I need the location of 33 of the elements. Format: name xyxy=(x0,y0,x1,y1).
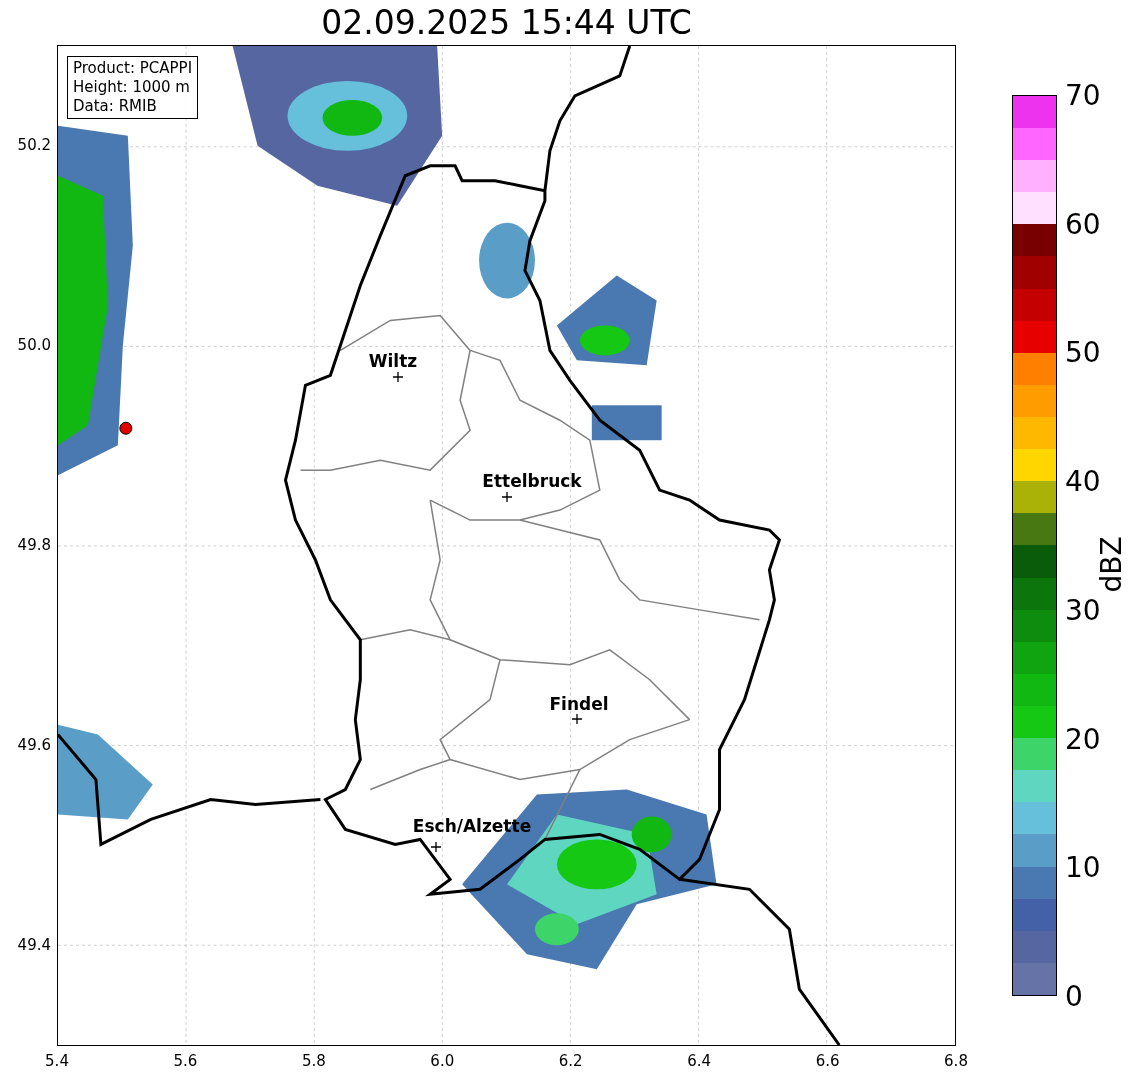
colorbar-tick-label: 70 xyxy=(1065,78,1101,112)
y-tick-label: 49.8 xyxy=(17,536,51,554)
cross-marker-icon xyxy=(431,842,441,852)
info-line: Data: RMIB xyxy=(73,97,158,116)
colorbar-tick-label: 0 xyxy=(1065,979,1083,1013)
y-tick-label: 49.6 xyxy=(17,736,51,754)
y-tick-label: 50.0 xyxy=(17,336,51,354)
chart-title: 02.09.2025 15:44 UTC xyxy=(321,3,692,42)
x-tick-label: 6.0 xyxy=(430,1052,455,1070)
cross-marker-icon xyxy=(393,372,403,382)
x-tick-label: 5.6 xyxy=(173,1052,198,1070)
colorbar-tick-label: 10 xyxy=(1065,850,1101,884)
city-label: Ettelbruck xyxy=(482,471,582,491)
colorbar-tick-label: 50 xyxy=(1065,335,1101,369)
cross-marker-icon xyxy=(502,492,512,502)
cross-marker-icon xyxy=(572,714,582,724)
info-line: Product: PCAPPI xyxy=(73,59,193,78)
colorbar-tick-label: 30 xyxy=(1065,593,1101,627)
y-tick-label: 50.2 xyxy=(17,136,51,154)
x-tick-label: 5.8 xyxy=(301,1052,326,1070)
colorbar-tick-label: 60 xyxy=(1065,207,1101,241)
x-tick-label: 5.4 xyxy=(45,1052,69,1070)
x-tick-label: 6.6 xyxy=(815,1052,840,1070)
info-line: Height: 1000 m xyxy=(73,78,191,97)
colorbar-tick-label: 40 xyxy=(1065,464,1101,498)
x-tick-label: 6.8 xyxy=(944,1052,968,1070)
colorbar-label: dBZ xyxy=(1094,536,1128,593)
colorbar-tick-label: 20 xyxy=(1065,722,1101,756)
x-tick-label: 6.2 xyxy=(558,1052,583,1070)
city-label: Findel xyxy=(549,694,609,714)
x-tick-label: 6.4 xyxy=(687,1052,712,1070)
y-tick-label: 49.4 xyxy=(17,936,51,954)
city-label: Wiltz xyxy=(368,351,418,371)
